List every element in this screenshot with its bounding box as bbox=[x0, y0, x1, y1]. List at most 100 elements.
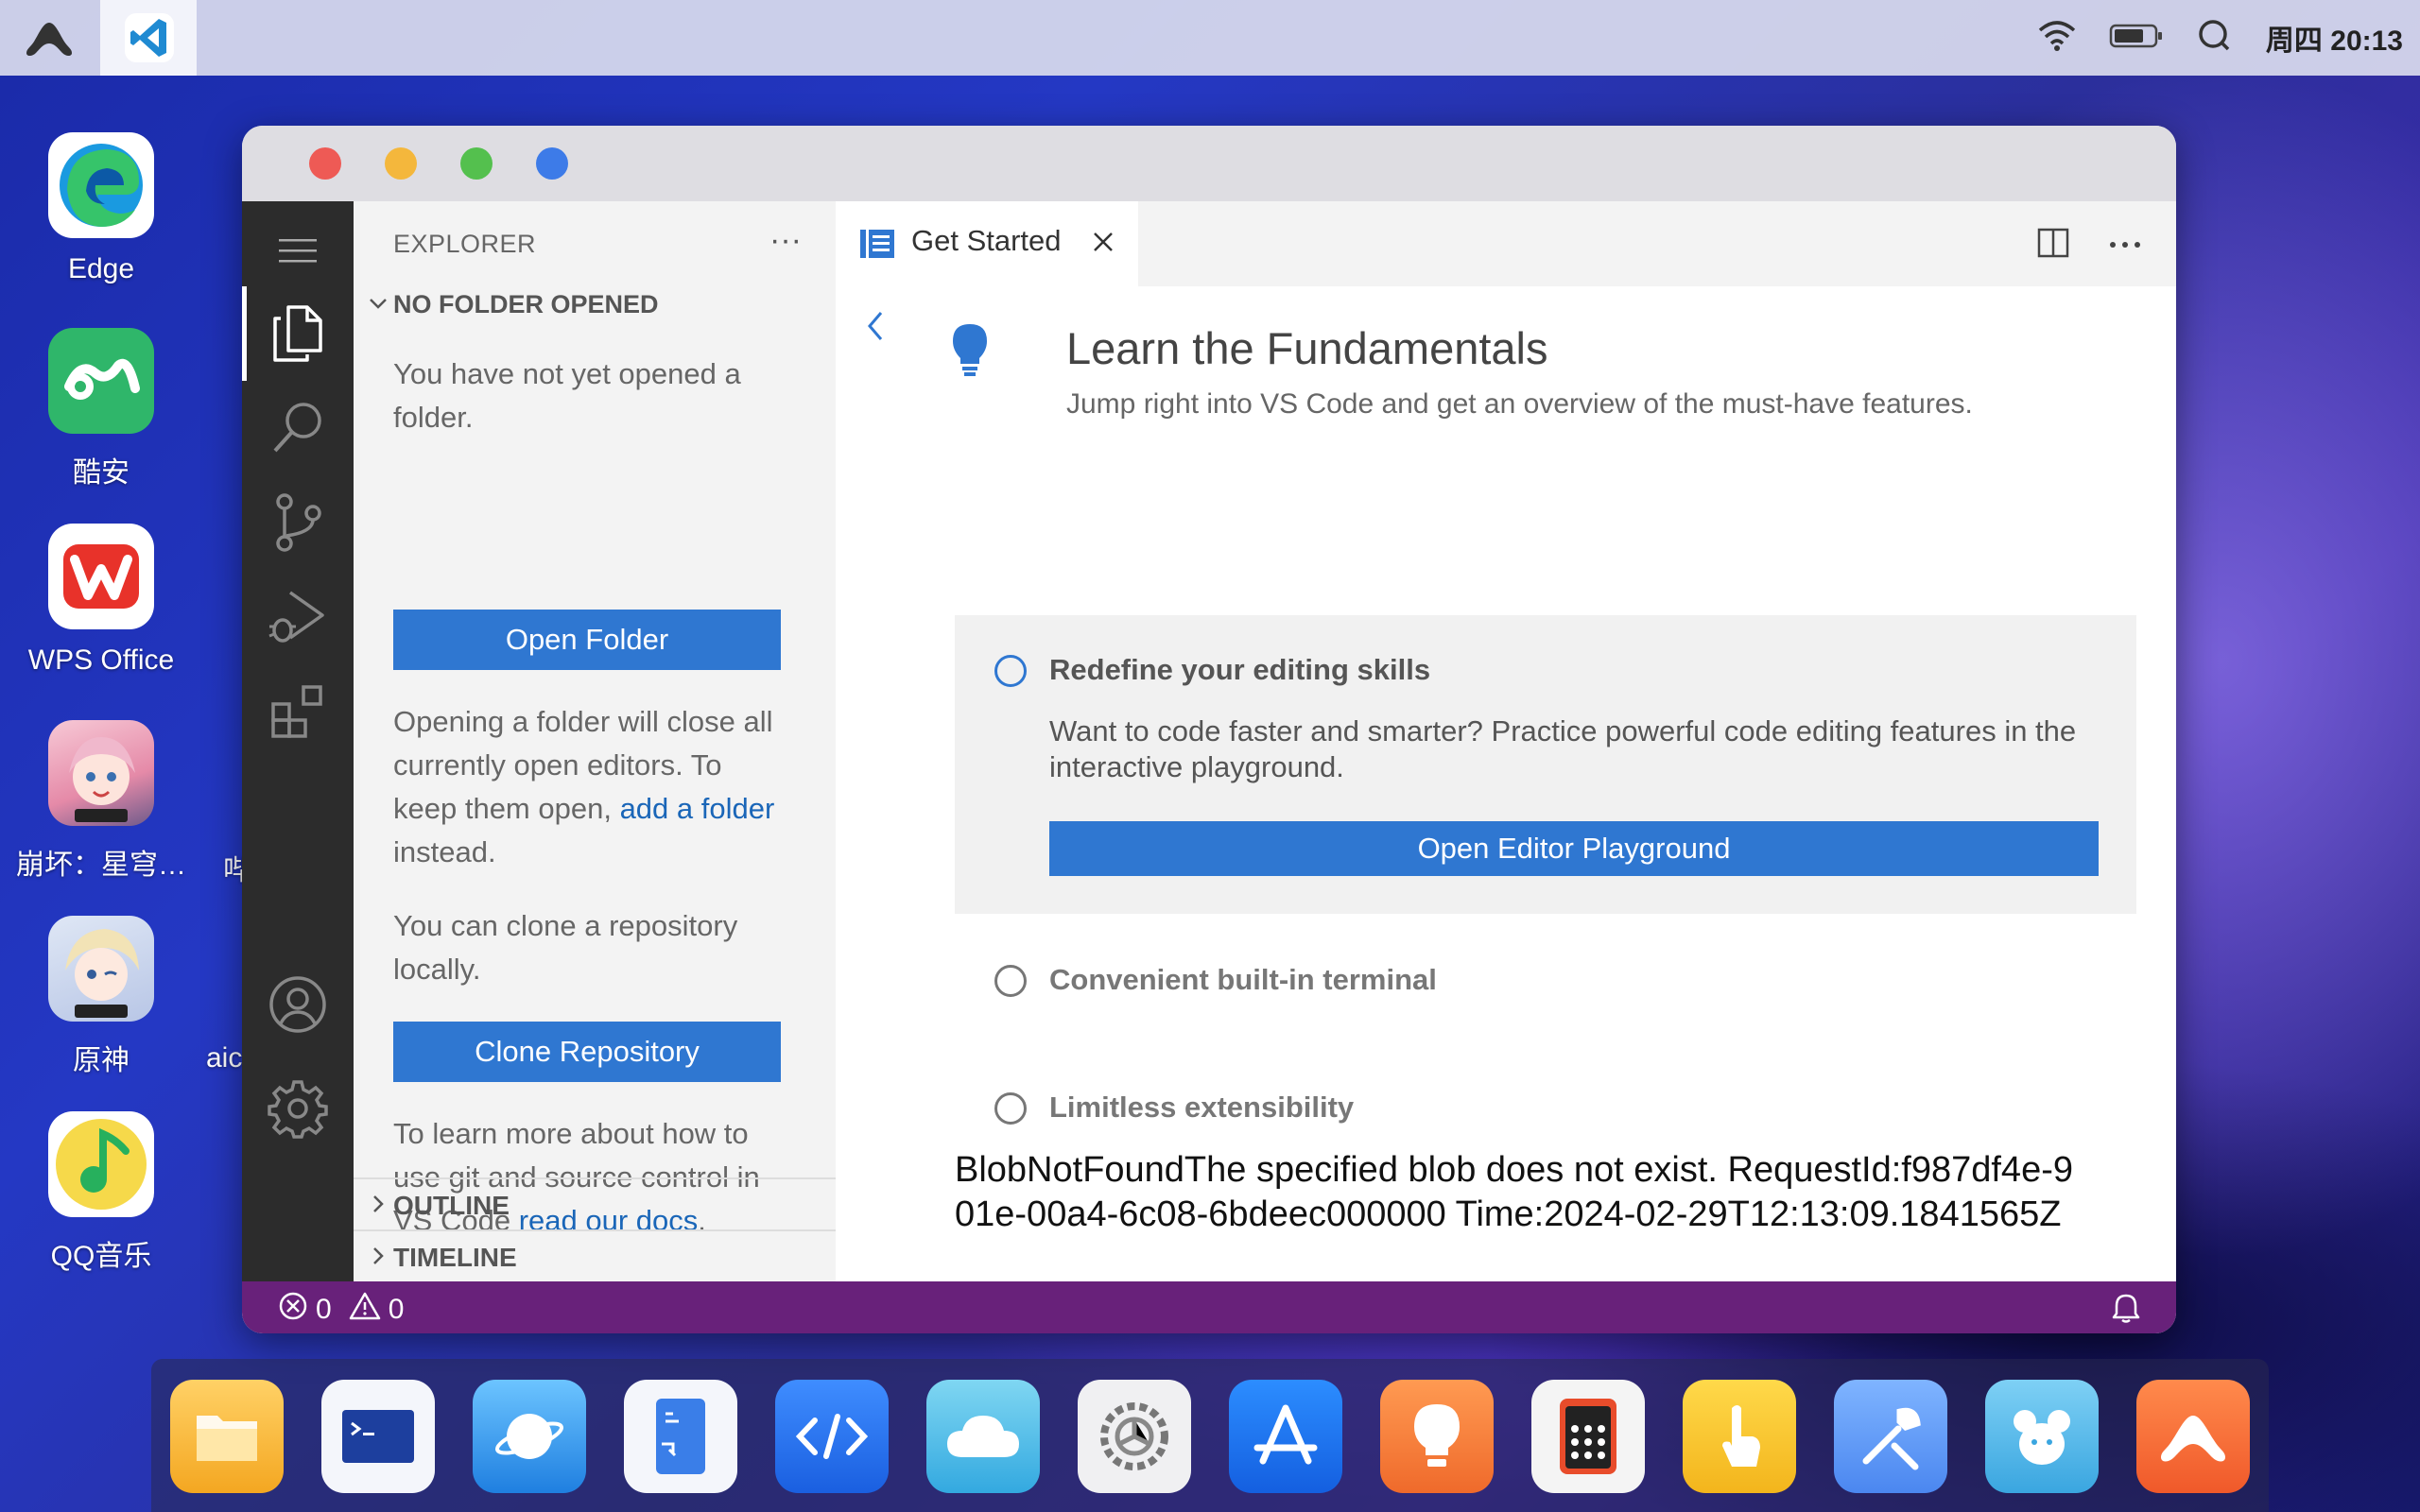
explorer-icon[interactable] bbox=[242, 286, 354, 381]
menu-icon[interactable] bbox=[242, 213, 354, 288]
tips-lightbulb-icon[interactable] bbox=[1380, 1380, 1494, 1493]
tab-bar: Get Started bbox=[836, 201, 2176, 286]
maximize-window-button[interactable] bbox=[460, 147, 493, 180]
notifications-bell-icon[interactable] bbox=[2112, 1293, 2140, 1328]
minimize-window-button[interactable] bbox=[385, 147, 417, 180]
gestures-icon[interactable] bbox=[1683, 1380, 1796, 1493]
launcher-icon[interactable] bbox=[21, 17, 78, 59]
sidebar-more-actions-button[interactable]: ··· bbox=[769, 222, 802, 259]
extensions-icon[interactable] bbox=[242, 664, 354, 759]
step-terminal[interactable]: Convenient built-in terminal bbox=[955, 957, 2136, 1014]
calculator-icon[interactable] bbox=[1531, 1380, 1645, 1493]
desktop-icon-honkai-star-rail[interactable]: 崩坏：星穹… bbox=[7, 720, 196, 883]
edge-icon bbox=[48, 132, 154, 238]
cloud-icon[interactable] bbox=[926, 1380, 1040, 1493]
desktop-icon-label: QQ音乐 bbox=[50, 1241, 152, 1272]
editor-area: Get Started Learn the Fundamentals Jump … bbox=[836, 201, 2176, 1281]
desktop-icon-label: WPS Office bbox=[27, 644, 175, 676]
desktop-icon-qq-music[interactable]: QQ音乐 bbox=[7, 1111, 196, 1274]
top-bar: 周四 20:13 bbox=[0, 0, 2420, 76]
wifi-icon[interactable] bbox=[2037, 19, 2077, 58]
editor-actions bbox=[2036, 226, 2142, 265]
error-icon bbox=[278, 1291, 308, 1329]
desktop-icon-wps[interactable]: WPS Office bbox=[7, 524, 196, 677]
search-icon[interactable] bbox=[242, 381, 354, 475]
dock bbox=[151, 1359, 2269, 1512]
lightbulb-icon bbox=[951, 322, 989, 384]
coolapk-icon bbox=[48, 328, 154, 434]
walkthrough-title: Learn the Fundamentals bbox=[1066, 323, 1548, 373]
section-title: TIMELINE bbox=[393, 1243, 517, 1272]
active-indicator bbox=[242, 286, 247, 381]
open-folder-button[interactable]: Open Folder bbox=[393, 610, 781, 670]
tab-get-started[interactable]: Get Started bbox=[836, 201, 1138, 286]
clock[interactable]: 周四 20:13 bbox=[2266, 17, 2403, 59]
more-actions-icon[interactable] bbox=[2108, 237, 2142, 254]
step-title: Convenient built-in terminal bbox=[1049, 963, 1437, 996]
desktop-icon-edge[interactable]: Edge bbox=[7, 132, 196, 285]
dev-tools-icon[interactable] bbox=[775, 1380, 889, 1493]
wps-icon bbox=[48, 524, 154, 629]
fullscreen-window-button[interactable] bbox=[536, 147, 568, 180]
app-store-icon[interactable] bbox=[1229, 1380, 1342, 1493]
split-editor-icon[interactable] bbox=[2036, 226, 2070, 265]
activity-bar bbox=[242, 201, 354, 1281]
desktop-icon-coolapk[interactable]: 酷安 bbox=[7, 328, 196, 490]
desktop-icon-label: 酷安 bbox=[73, 457, 130, 489]
closing-editors-message: Opening a folder will close all currentl… bbox=[393, 700, 790, 874]
error-count: 0 bbox=[316, 1294, 332, 1325]
timeline-section-header[interactable]: TIMELINE bbox=[354, 1229, 836, 1281]
vscode-window: EXPLORER ··· NO FOLDER OPENED You have n… bbox=[242, 126, 2176, 1333]
step-radio-button[interactable] bbox=[994, 1092, 1027, 1125]
dev-utilities-icon[interactable] bbox=[1834, 1380, 1947, 1493]
step-radio-button[interactable] bbox=[994, 655, 1027, 687]
step-title: Limitless extensibility bbox=[1049, 1091, 1355, 1124]
search-icon[interactable] bbox=[2196, 17, 2234, 60]
section-title: OUTLINE bbox=[393, 1191, 510, 1220]
genshin-icon bbox=[48, 916, 154, 1022]
section-title: NO FOLDER OPENED bbox=[393, 290, 659, 318]
step-radio-button[interactable] bbox=[994, 965, 1027, 997]
back-chevron-icon[interactable] bbox=[864, 307, 887, 350]
files-icon[interactable] bbox=[170, 1380, 284, 1493]
problems-indicator[interactable]: 0 0 bbox=[278, 1291, 404, 1329]
blob-error-message: BlobNotFoundThe specified blob does not … bbox=[955, 1150, 2073, 1234]
close-icon[interactable] bbox=[1091, 230, 1115, 259]
battery-icon[interactable] bbox=[2109, 22, 2164, 55]
step-title: Redefine your editing skills bbox=[1049, 653, 1431, 686]
source-control-icon[interactable] bbox=[242, 475, 354, 570]
clone-repository-button[interactable]: Clone Repository bbox=[393, 1022, 781, 1082]
status-bar: 0 0 bbox=[242, 1281, 2176, 1333]
no-folder-message: You have not yet opened a folder. bbox=[393, 357, 741, 434]
honkai-star-rail-icon bbox=[48, 720, 154, 826]
settings-gear-icon[interactable] bbox=[242, 1061, 354, 1156]
warning-icon bbox=[349, 1291, 381, 1329]
terminal-icon[interactable] bbox=[321, 1380, 435, 1493]
browser-icon[interactable] bbox=[473, 1380, 586, 1493]
title-bar bbox=[242, 126, 2176, 201]
no-folder-section-header[interactable]: NO FOLDER OPENED bbox=[354, 288, 836, 326]
step-extensibility[interactable]: Limitless extensibility bbox=[955, 1091, 2136, 1151]
message-text: instead. bbox=[393, 835, 496, 868]
desktop-icon-label: Edge bbox=[67, 253, 135, 284]
step-description: Want to code faster and smarter? Practic… bbox=[1049, 714, 2077, 783]
close-window-button[interactable] bbox=[309, 147, 341, 180]
open-editor-playground-button[interactable]: Open Editor Playground bbox=[1049, 821, 2099, 876]
desktop-icon-genshin[interactable]: 原神 bbox=[7, 916, 196, 1078]
launcher-icon[interactable] bbox=[2136, 1380, 2250, 1493]
chevron-right-icon bbox=[367, 1245, 389, 1272]
add-folder-link[interactable]: add a folder bbox=[620, 792, 775, 825]
mouse-icon[interactable] bbox=[1985, 1380, 2099, 1493]
vscode-taskbar-icon[interactable] bbox=[125, 13, 174, 62]
run-debug-icon[interactable] bbox=[242, 570, 354, 664]
step-card-editing-skills[interactable]: Redefine your editing skills Want to cod… bbox=[955, 615, 2136, 914]
partial-desktop-label: aic bbox=[206, 1042, 243, 1074]
qq-music-icon bbox=[48, 1111, 154, 1217]
desktop-icon-label: 原神 bbox=[73, 1045, 130, 1076]
explorer-sidebar: EXPLORER ··· NO FOLDER OPENED You have n… bbox=[354, 201, 836, 1281]
settings-icon[interactable] bbox=[1078, 1380, 1191, 1493]
account-icon[interactable] bbox=[242, 957, 354, 1052]
tab-label: Get Started bbox=[911, 224, 1062, 257]
code-editor-icon[interactable] bbox=[624, 1380, 737, 1493]
outline-section-header[interactable]: OUTLINE bbox=[354, 1177, 836, 1229]
